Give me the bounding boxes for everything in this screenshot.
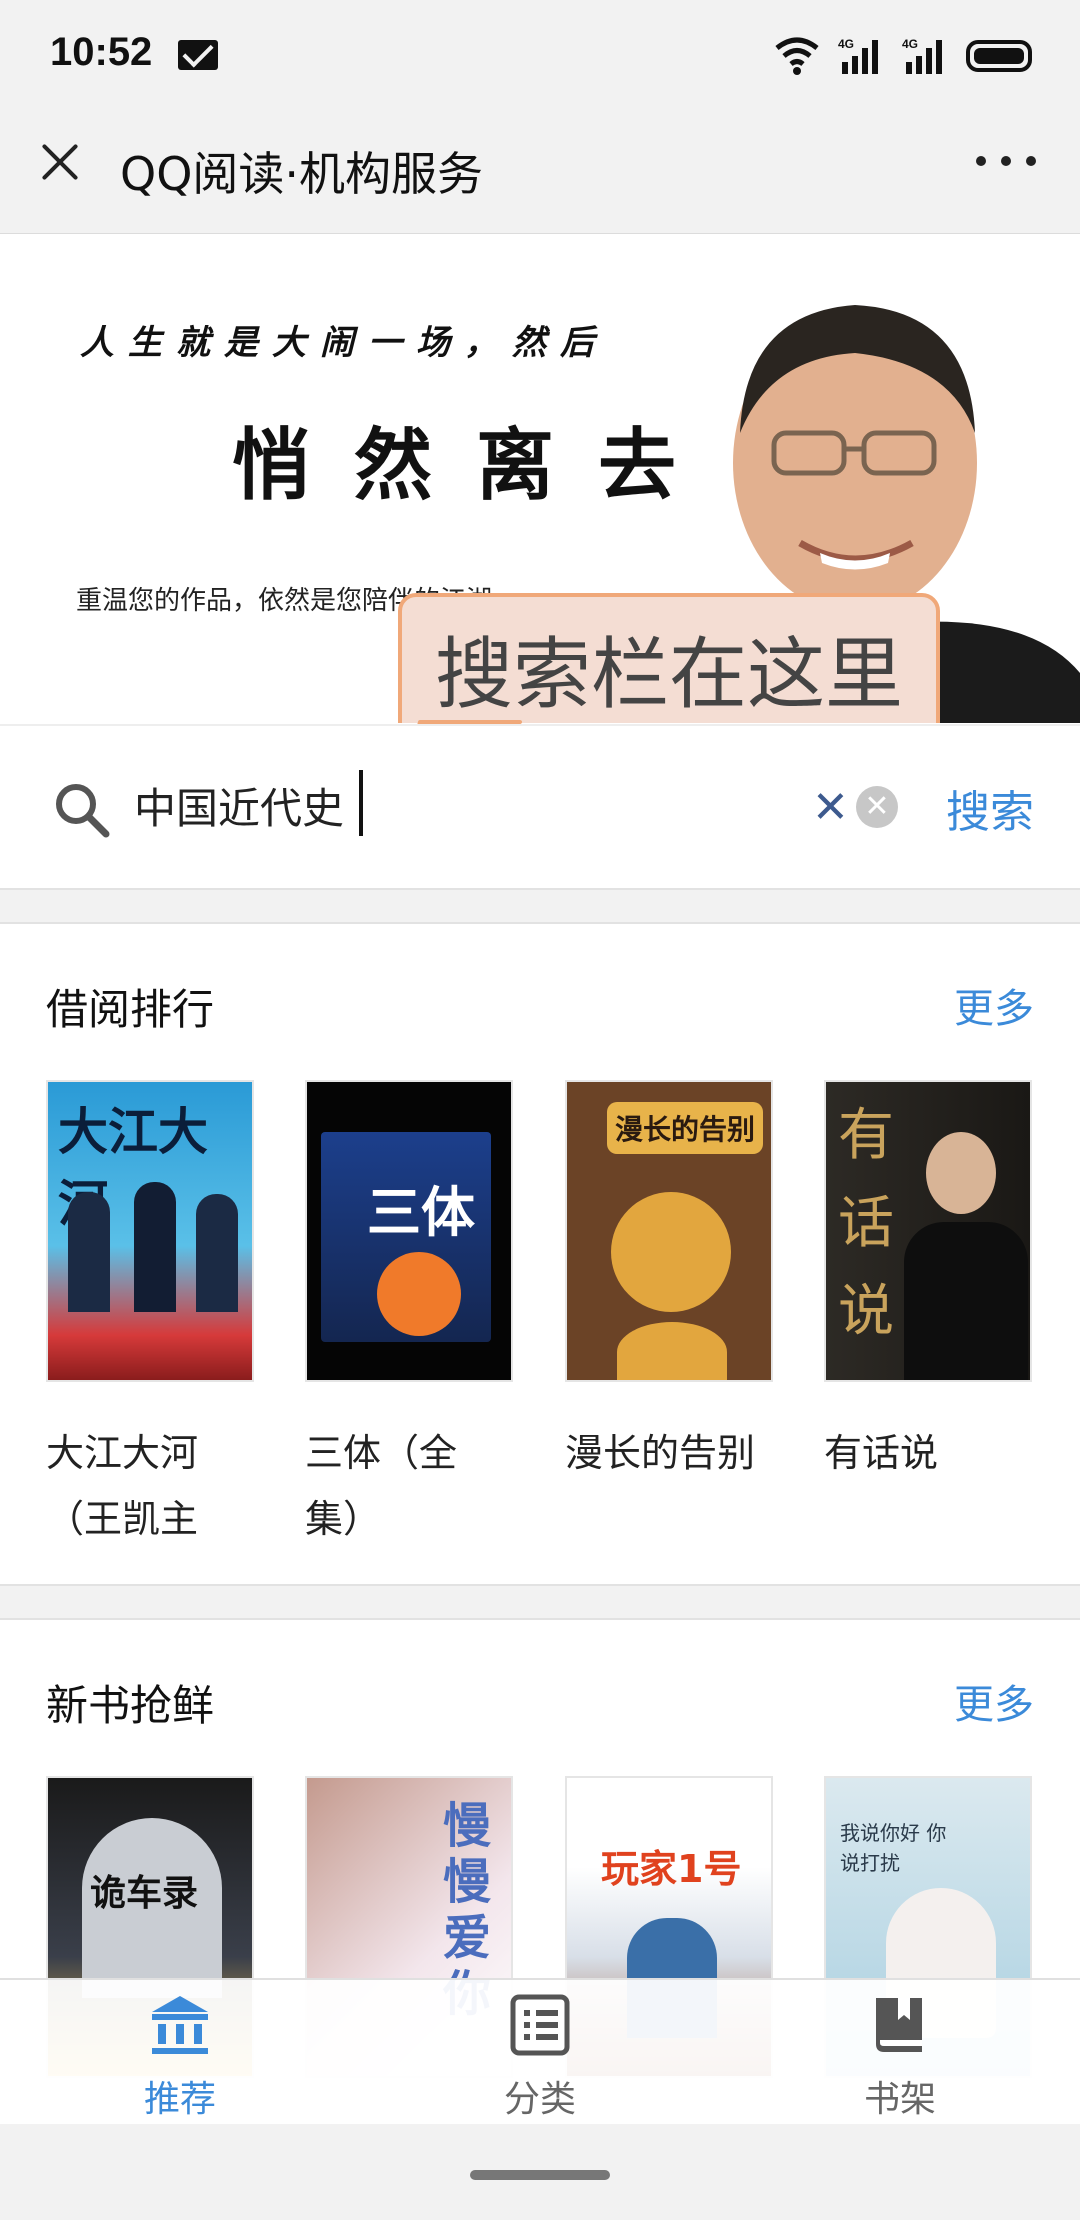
book-title: 三体（全集） [305, 1431, 458, 1541]
book-title: 漫长的告别 [565, 1431, 756, 1475]
network-type-2: 4G [902, 37, 918, 51]
book-title: 有话说 [824, 1431, 939, 1475]
search-button[interactable]: 搜索 [946, 776, 1034, 840]
search-input[interactable] [134, 770, 754, 840]
nav-label: 分类 [503, 2079, 576, 2120]
book-cover: 大江大河 [46, 1080, 254, 1382]
clear-x-icon[interactable]: ✕ [812, 786, 849, 830]
clear-input-icon[interactable]: ✕ [856, 786, 898, 828]
wifi-icon [774, 36, 820, 76]
book-cover-text: 有话说 [838, 1103, 894, 1344]
banner-headline: 悄然离去 [232, 420, 721, 511]
book-title: 大江大河（王凯主 [46, 1431, 199, 1541]
banner-tagline: 人生就是大闹一场，然后 [80, 323, 608, 363]
nav-item-recommend[interactable]: 推荐 [80, 1994, 280, 2122]
title-bar: QQ阅读·机构服务 [0, 112, 1080, 234]
network-type-1: 4G [838, 37, 854, 51]
book-cover-text: 三体 [367, 1181, 475, 1244]
mail-notification-icon [178, 40, 218, 70]
section-title: 借阅排行 [46, 985, 215, 1034]
more-options-icon[interactable] [976, 156, 1036, 168]
bank-icon [152, 1996, 208, 2054]
status-icons: 4G 4G [774, 34, 1032, 78]
book-item[interactable]: 大江大河 大江大河（王凯主 [46, 1080, 254, 1552]
book-cover: 漫长的告别 [565, 1080, 773, 1382]
home-indicator[interactable] [470, 2170, 610, 2180]
search-icon [56, 784, 110, 838]
book-item[interactable]: 三体 三体（全集） [305, 1080, 513, 1552]
text-cursor [359, 770, 363, 836]
book-cover: 三体 [305, 1080, 513, 1382]
nav-item-category[interactable]: 分类 [440, 1994, 640, 2122]
section-divider [0, 1584, 1080, 1620]
book-cover-text: 漫长的告别 [607, 1102, 764, 1154]
promo-banner[interactable]: 人生就是大闹一场，然后 悄然离去 重温您的作品，依然是您陪伴的江湖 搜索栏在这里 [0, 235, 1080, 723]
more-link[interactable]: 更多 [954, 976, 1034, 1034]
page-title: QQ阅读·机构服务 [120, 147, 484, 201]
nav-label: 推荐 [143, 2079, 216, 2120]
bookmark-book-icon [876, 1998, 922, 2052]
more-link[interactable]: 更多 [954, 1672, 1034, 1730]
callout-annotation: 搜索栏在这里 [398, 593, 940, 723]
close-icon[interactable] [34, 136, 86, 188]
system-nav-area [0, 2124, 1080, 2220]
book-cover-text: 我说你好 你说打扰 [840, 1821, 947, 1875]
section-borrow-ranking: 借阅排行 更多 大江大河 大江大河（王凯主 三体 三体（全集） 漫长的告别 漫长… [0, 924, 1080, 1584]
book-cover-text: 诡车录 [90, 1872, 199, 1914]
nav-label: 书架 [863, 2079, 936, 2120]
book-cover: 有话说 [824, 1080, 1032, 1382]
status-time: 10:52 [50, 30, 153, 74]
signal-icon-2: 4G [902, 36, 948, 76]
list-icon [510, 1994, 570, 2056]
book-item[interactable]: 有话说 有话说 [824, 1080, 1032, 1486]
status-bar: 10:52 4G 4G [0, 0, 1080, 112]
search-bar: ✕ ✕ 搜索 [0, 724, 1080, 888]
book-item[interactable]: 漫长的告别 漫长的告别 [565, 1080, 773, 1486]
battery-icon [966, 40, 1032, 72]
book-cover-text: 玩家1号 [601, 1847, 742, 1891]
section-title: 新书抢鲜 [46, 1681, 215, 1730]
signal-icon-1: 4G [838, 36, 884, 76]
section-divider [0, 888, 1080, 924]
bottom-nav: 推荐 分类 书架 [0, 1978, 1080, 2124]
nav-item-bookshelf[interactable]: 书架 [800, 1994, 1000, 2122]
